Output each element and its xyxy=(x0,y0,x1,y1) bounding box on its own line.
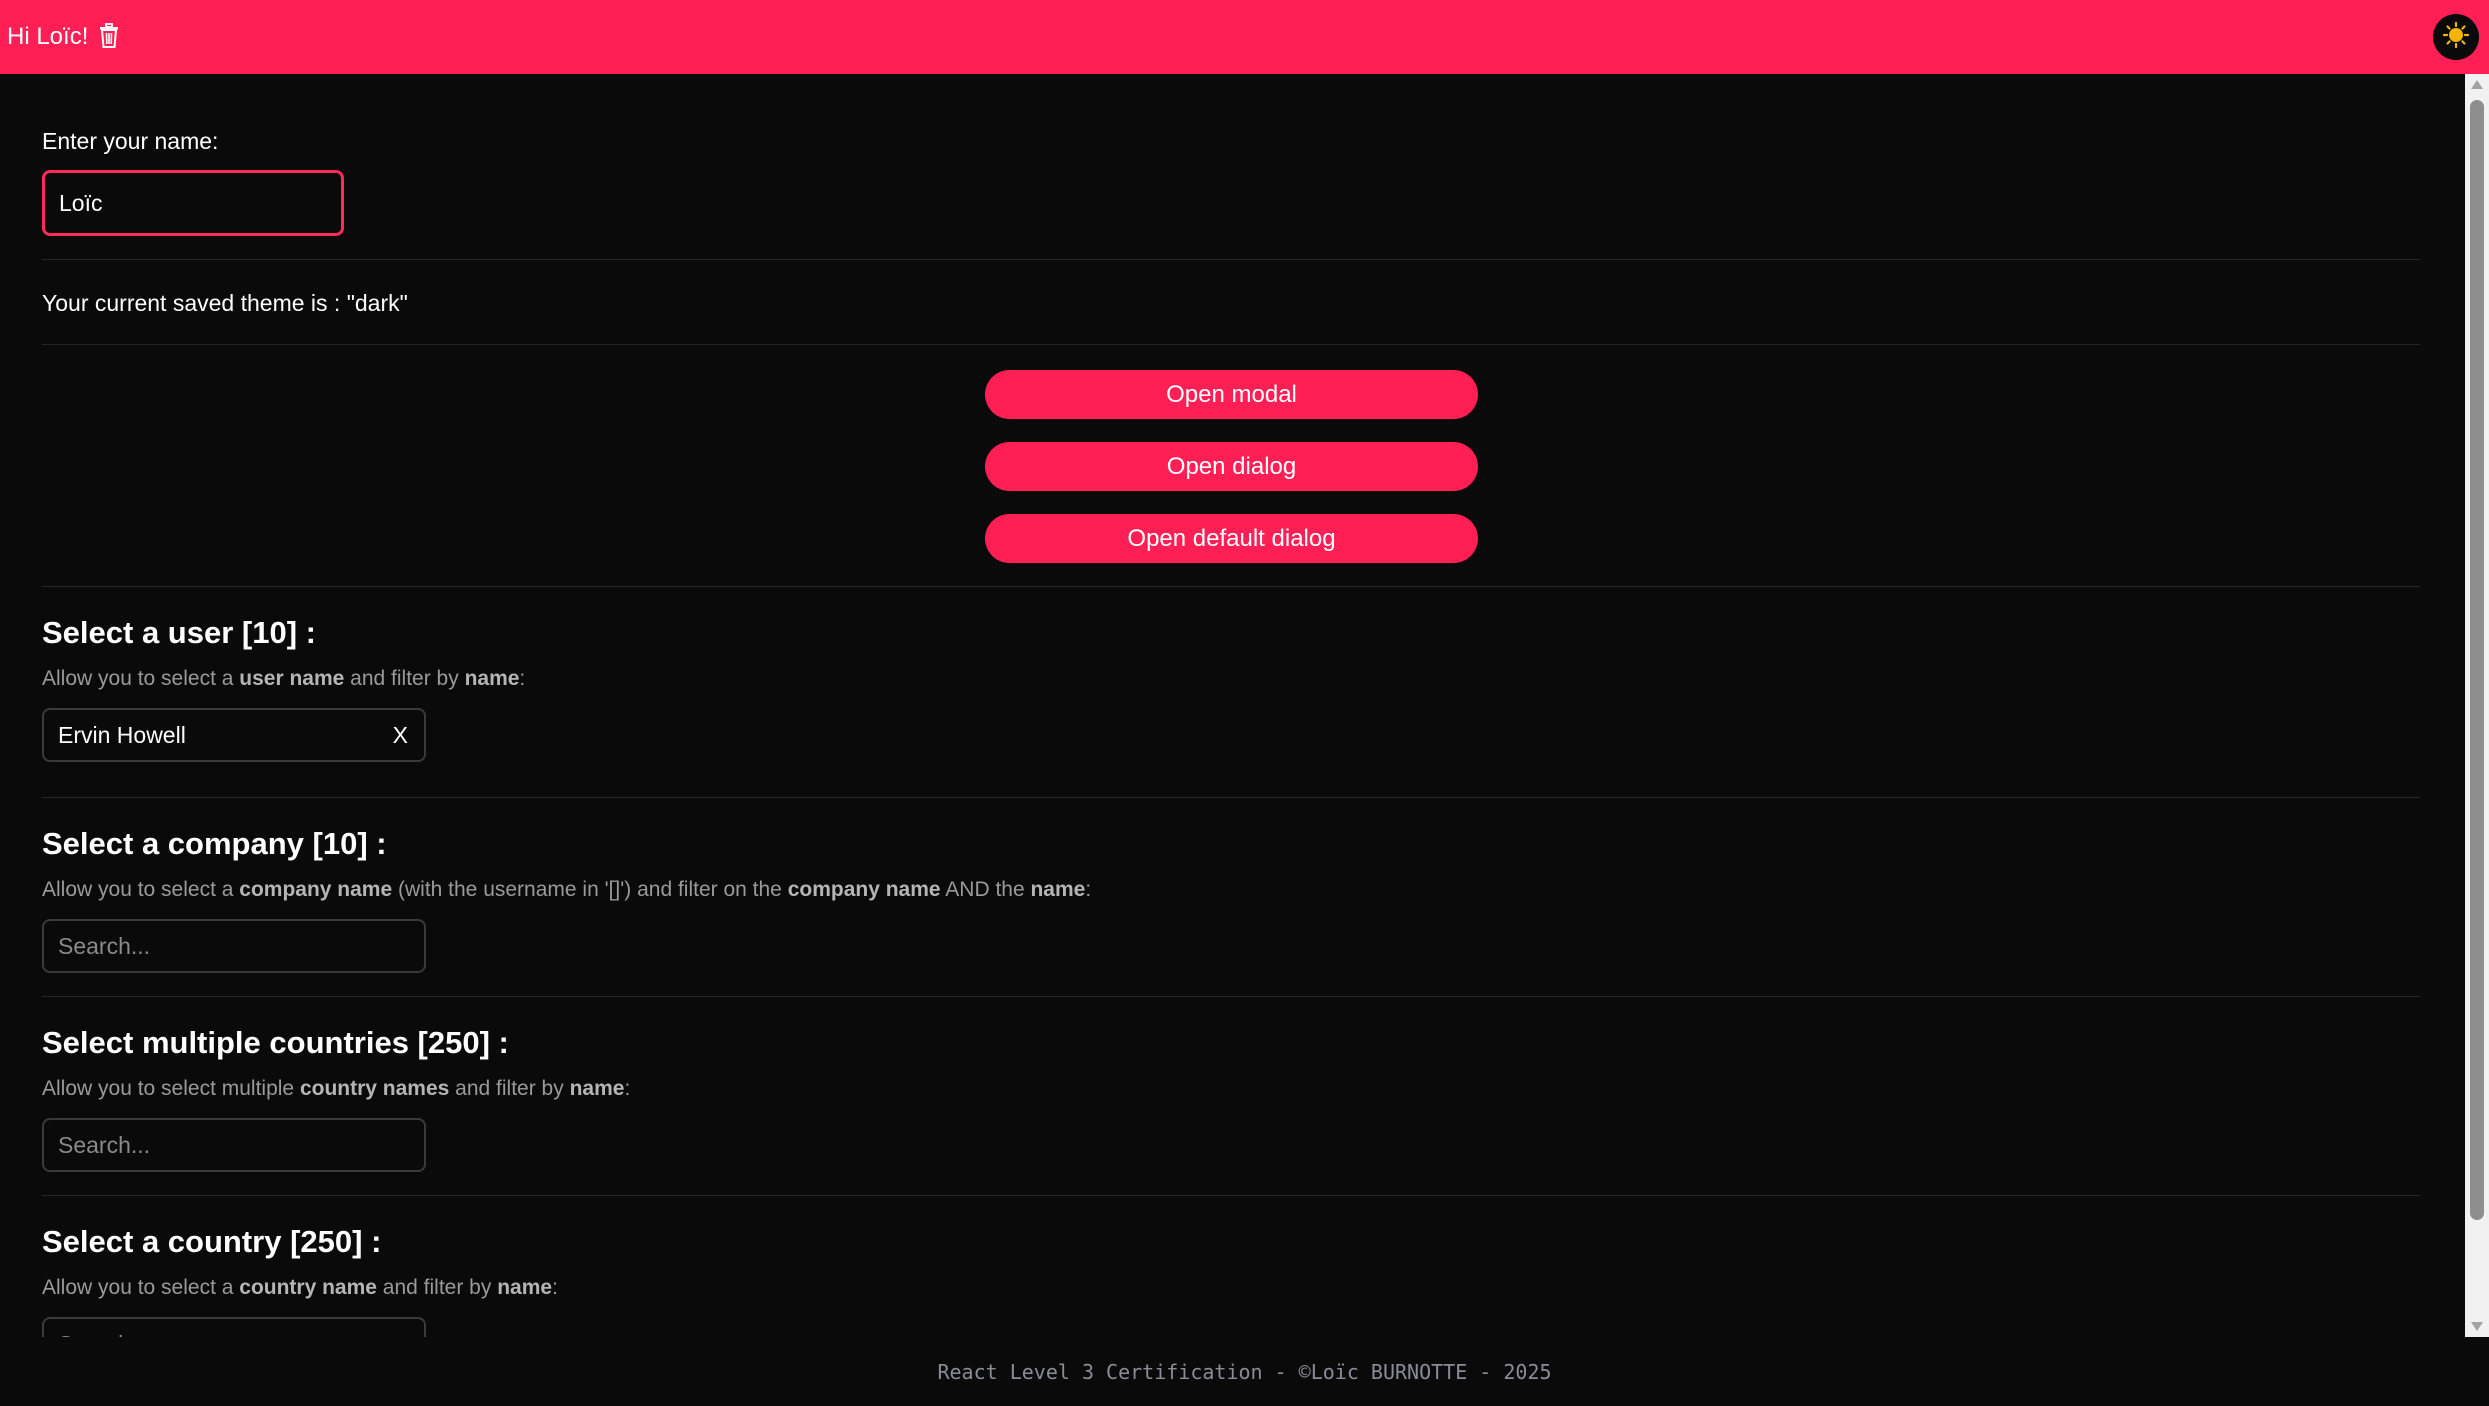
open-dialog-button[interactable]: Open dialog xyxy=(985,442,1478,491)
country-select[interactable] xyxy=(42,1317,426,1337)
multi-country-select-description: Allow you to select multiple country nam… xyxy=(42,1077,631,1100)
name-input[interactable] xyxy=(42,170,344,236)
divider xyxy=(42,586,2420,587)
multi-country-select[interactable] xyxy=(42,1118,426,1172)
scroll-up-icon[interactable] xyxy=(2471,80,2483,89)
trash-icon[interactable] xyxy=(98,23,120,49)
open-modal-button[interactable]: Open modal xyxy=(985,370,1478,419)
scrollbar[interactable] xyxy=(2465,74,2489,1337)
user-select-title: Select a user [10] : xyxy=(42,615,316,650)
company-select[interactable] xyxy=(42,919,426,973)
app-header: Hi Loïc! xyxy=(0,0,2489,74)
theme-toggle-button[interactable] xyxy=(2433,14,2479,60)
scrollbar-thumb[interactable] xyxy=(2470,100,2484,1220)
country-search-input[interactable] xyxy=(58,1319,410,1337)
user-select[interactable]: Ervin Howell X xyxy=(42,708,426,762)
user-select-description: Allow you to select a user name and filt… xyxy=(42,667,526,690)
company-select-description: Allow you to select a company name (with… xyxy=(42,878,1092,901)
multi-country-search-input[interactable] xyxy=(58,1120,410,1170)
footer: React Level 3 Certification - ©Loïc BURN… xyxy=(0,1337,2489,1406)
divider xyxy=(42,996,2420,997)
company-select-title: Select a company [10] : xyxy=(42,826,387,861)
scroll-down-icon[interactable] xyxy=(2471,1322,2483,1331)
divider xyxy=(42,344,2420,345)
divider xyxy=(42,797,2420,798)
open-default-dialog-button[interactable]: Open default dialog xyxy=(985,514,1478,563)
sun-icon xyxy=(2442,21,2470,54)
multi-country-select-title: Select multiple countries [250] : xyxy=(42,1025,509,1060)
greeting-text: Hi Loïc! xyxy=(7,23,89,50)
company-search-input[interactable] xyxy=(58,921,410,971)
divider xyxy=(42,259,2420,260)
clear-selection-button[interactable]: X xyxy=(393,722,410,749)
user-select-value: Ervin Howell xyxy=(58,721,186,748)
divider xyxy=(42,1195,2420,1196)
name-label: Enter your name: xyxy=(42,128,219,154)
main-content: Enter your name: Your current saved them… xyxy=(0,74,2465,1337)
country-select-description: Allow you to select a country name and f… xyxy=(42,1276,558,1299)
country-select-title: Select a country [250] : xyxy=(42,1224,382,1259)
theme-status-text: Your current saved theme is : "dark" xyxy=(42,290,408,316)
footer-text: React Level 3 Certification - ©Loïc BURN… xyxy=(937,1359,1552,1384)
